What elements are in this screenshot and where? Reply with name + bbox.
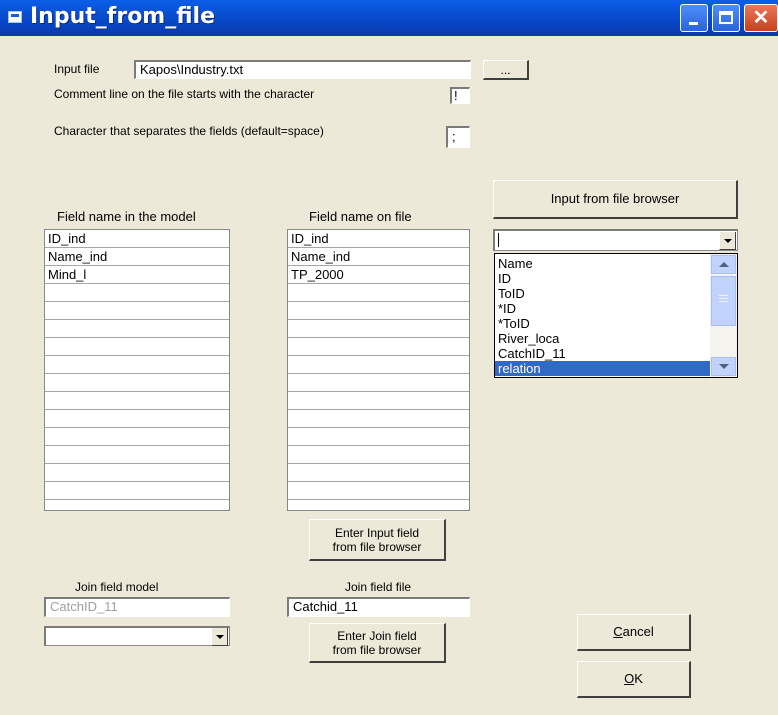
text-caret [498,233,499,247]
chevron-down-icon [723,238,732,243]
file-field-row[interactable] [288,446,469,464]
file-field-row[interactable]: Name_ind [288,248,469,266]
enter-join-field-line2: from file browser [332,642,422,657]
cancel-mnemonic: C [613,624,623,639]
cancel-rest: ancel [622,624,654,639]
close-button[interactable]: ✕ [744,4,778,32]
model-field-row[interactable] [45,482,229,500]
comment-char-label: Comment line on the file starts with the… [54,87,315,101]
chevron-down-icon [718,364,729,369]
file-field-row[interactable] [288,284,469,302]
close-icon: ✕ [752,7,770,29]
model-field-row[interactable] [45,302,229,320]
ok-mnemonic: O [624,671,635,686]
file-field-row[interactable] [288,320,469,338]
file-browser-list-item[interactable]: Name [495,256,710,271]
model-field-row[interactable] [45,410,229,428]
enter-join-field-button[interactable]: Enter Join field from file browser [309,623,446,663]
model-field-row[interactable] [45,464,229,482]
model-field-row[interactable] [45,428,229,446]
enter-join-field-line1: Enter Join field [337,628,417,643]
file-browser-list[interactable]: Name ID ToID *ID *ToID River_loca CatchID_11 re… [494,253,738,378]
model-field-row[interactable]: Mind_l [45,266,229,284]
model-fields-grid[interactable]: ID_ind Name_ind Mind_l [44,229,230,511]
file-field-row[interactable]: TP_2000 [288,266,469,284]
file-browser-list-item[interactable]: CatchID_11 [495,346,710,361]
file-field-row[interactable] [288,374,469,392]
minimize-icon [689,22,698,25]
file-browser-combo[interactable] [493,229,738,251]
join-file-field[interactable]: Catchid_11 [287,597,470,617]
chevron-up-icon [718,262,729,267]
file-browser-list-item[interactable]: ID [495,271,710,286]
model-field-row[interactable] [45,392,229,410]
input-file-field[interactable]: Kapos\Industry.txt [134,60,471,79]
file-field-row[interactable] [288,482,469,500]
join-model-label: Join field model [75,580,159,594]
browse-button[interactable]: ... [483,60,529,80]
cancel-button[interactable]: Cancel [577,614,691,651]
file-field-row[interactable] [288,392,469,410]
enter-input-field-line1: Enter Input field [334,525,420,540]
chevron-down-icon [215,634,224,639]
maximize-icon [719,11,733,24]
model-field-row[interactable] [45,284,229,302]
file-fields-grid[interactable]: ID_ind Name_ind TP_2000 [287,229,470,511]
join-model-dropdown-button[interactable] [211,628,228,646]
file-browser-list-item[interactable]: *ID [495,301,710,316]
list-scrollbar[interactable] [710,254,737,377]
file-field-row[interactable]: ID_ind [288,230,469,248]
file-field-row[interactable] [288,302,469,320]
file-browser-list-item[interactable]: relation [495,361,710,376]
model-field-row[interactable]: Name_ind [45,248,229,266]
ok-button[interactable]: OK [577,661,691,698]
join-model-field: CatchID_11 [44,597,230,617]
file-browser-list-item[interactable]: *ToID [495,316,710,331]
file-browser-dropdown-button[interactable] [719,232,736,250]
join-file-label: Join field file [345,580,412,594]
file-browser-list-item[interactable]: ToID [495,286,710,301]
model-field-row[interactable] [45,374,229,392]
file-browser-list-item[interactable]: River_loca [495,331,710,346]
model-fields-header: Field name in the model [57,209,196,224]
comment-char-field[interactable]: ! [450,87,470,104]
model-field-row[interactable] [45,320,229,338]
input-from-file-browser-button[interactable]: Input from file browser [493,180,738,219]
scroll-down-button[interactable] [711,357,736,376]
window-title: Input_from_file [30,4,216,29]
model-field-row[interactable] [45,338,229,356]
join-model-combo[interactable] [44,626,230,646]
file-field-row[interactable] [288,464,469,482]
input-file-label: Input file [54,62,100,76]
window-icon[interactable] [8,11,22,23]
scroll-up-button[interactable] [711,255,736,274]
separator-char-label: Character that separates the fields (def… [54,124,324,138]
maximize-button[interactable] [712,4,740,32]
file-field-row[interactable] [288,338,469,356]
file-field-row[interactable] [288,428,469,446]
enter-input-field-button[interactable]: Enter Input field from file browser [309,519,446,561]
minimize-button[interactable] [680,4,708,32]
file-field-row[interactable] [288,410,469,428]
file-fields-header: Field name on file [309,209,412,224]
file-field-row[interactable] [288,356,469,374]
separator-char-field[interactable]: ; [446,126,470,148]
model-field-row[interactable]: ID_ind [45,230,229,248]
scroll-thumb[interactable] [711,276,736,326]
model-field-row[interactable] [45,446,229,464]
ok-rest: K [634,671,643,686]
enter-input-field-line2: from file browser [332,539,422,554]
model-field-row[interactable] [45,356,229,374]
